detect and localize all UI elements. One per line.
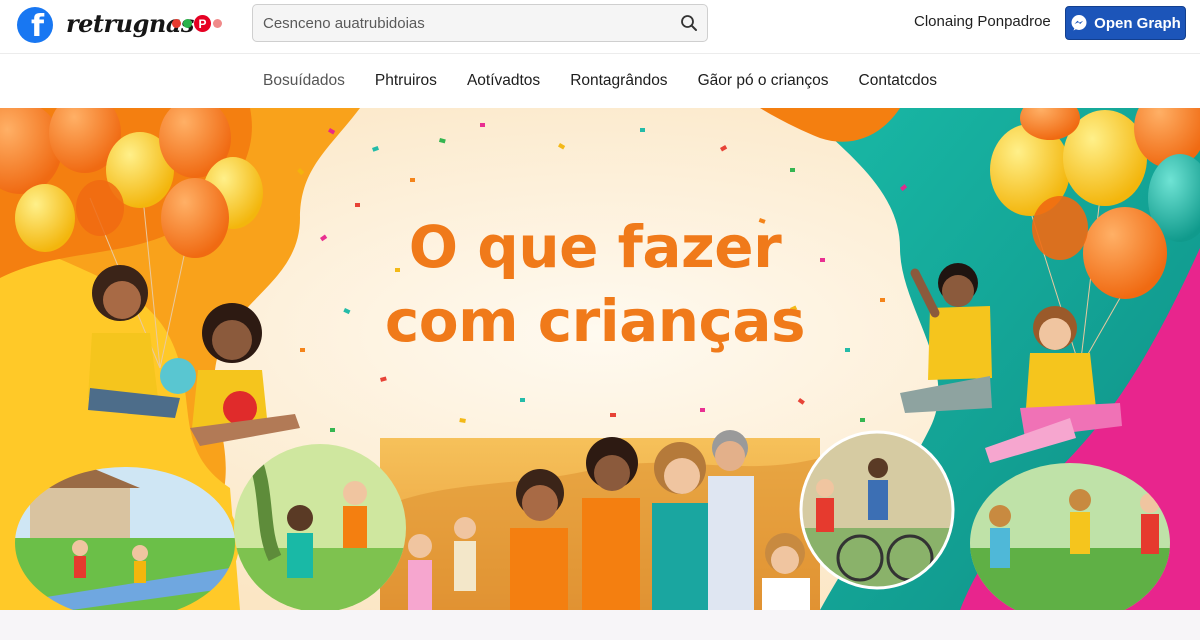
green-dot — [183, 19, 192, 28]
nav-item-6[interactable]: Contatcdos — [859, 72, 937, 90]
top-header: f retrugnas P Clonaing Ponpadroe Open Gr… — [0, 0, 1200, 54]
facebook-glyph: f — [30, 9, 45, 43]
search-icon[interactable] — [671, 5, 707, 41]
hero-title-line-1: O que fazer — [408, 213, 782, 281]
messenger-icon — [1071, 15, 1087, 31]
pink-dot — [213, 19, 222, 28]
open-graph-button[interactable]: Open Graph — [1065, 6, 1186, 40]
hero-title-line-2: com crianças — [384, 287, 806, 355]
facebook-icon[interactable]: f — [17, 7, 53, 43]
search-box[interactable] — [252, 4, 708, 42]
red-dot — [172, 19, 181, 28]
hero-banner: O que fazer com crianças — [0, 108, 1200, 610]
nav-item-1[interactable]: Bosuídados — [263, 72, 345, 90]
hero-illustration — [0, 108, 1200, 610]
nav-item-4[interactable]: Rontagrândos — [570, 72, 667, 90]
nav-item-3[interactable]: Aotívadtos — [467, 72, 540, 90]
pinterest-icon[interactable]: P — [194, 15, 211, 32]
brand-decoration: P — [172, 15, 222, 32]
header-link[interactable]: Clonaing Ponpadroe — [914, 13, 1051, 30]
page-below-hero — [0, 610, 1200, 640]
nav-item-5[interactable]: Gãor pó o crianços — [698, 72, 829, 90]
open-graph-label: Open Graph — [1094, 14, 1181, 32]
nav-item-2[interactable]: Phtruiros — [375, 72, 437, 90]
search-input[interactable] — [253, 5, 671, 41]
hero-title: O que fazer com crianças — [330, 210, 860, 358]
main-nav: Bosuídados Phtruiros Aotívadtos Rontagrâ… — [0, 54, 1200, 108]
